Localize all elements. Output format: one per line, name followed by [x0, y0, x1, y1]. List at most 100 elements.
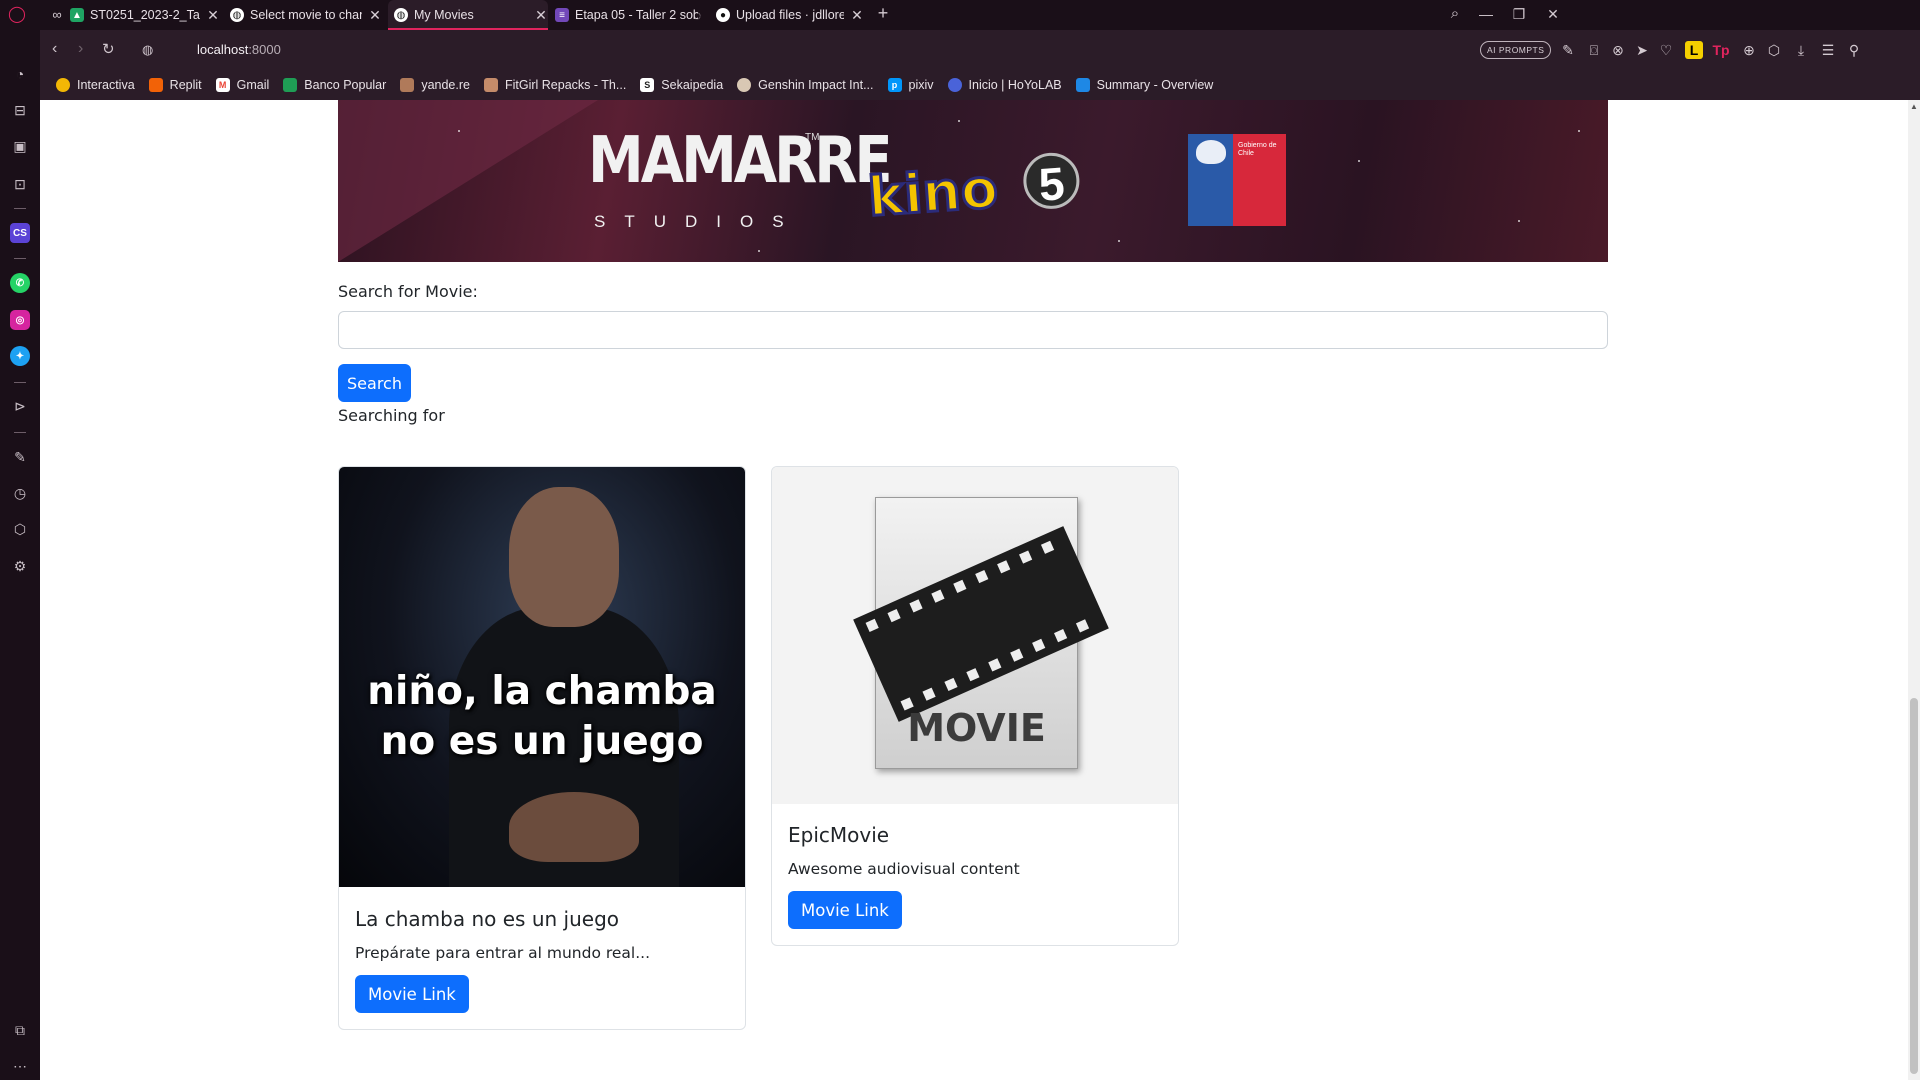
profile-icon[interactable]: ⚲ [1845, 41, 1863, 59]
banner-star [758, 250, 760, 252]
history-icon[interactable]: ◷ [10, 483, 30, 503]
tab-my-movies[interactable]: ◍ My Movies ✕ [388, 0, 548, 30]
edit-icon[interactable]: ✎ [1559, 41, 1577, 59]
tab-bar: ◯ ∞ ▲ ST0251_2023-2_Taller2.pdf ✕ ◍ Sele… [0, 0, 1920, 30]
heart-icon[interactable]: ♡ [1657, 41, 1675, 59]
settings-gear-icon[interactable]: ⚙ [10, 556, 30, 576]
film-strip-icon [853, 526, 1109, 722]
sidebar-separator [14, 432, 26, 433]
bookmark-pixiv[interactable]: p pixiv [887, 78, 934, 92]
more-options-icon[interactable]: ⋯ [10, 1056, 30, 1076]
scroll-up-icon[interactable]: ▲ [1910, 102, 1918, 111]
tab-upload-files[interactable]: ● Upload files · jdllorento/Tal ✕ [716, 0, 864, 30]
banner-shard [338, 100, 598, 262]
bookmark-banco-popular[interactable]: Banco Popular [283, 78, 386, 92]
site-info-icon[interactable]: ◍ [142, 42, 153, 58]
download-icon[interactable]: ⤓ [1792, 41, 1810, 59]
banner-star [1358, 160, 1360, 162]
tab-audio-icon[interactable]: ◌ [688, 6, 706, 24]
instagram-icon[interactable]: ◎ [10, 310, 30, 330]
tab-taller2-pdf[interactable]: ▲ ST0251_2023-2_Taller2.pdf ✕ [70, 0, 220, 30]
briefcase-icon[interactable]: ⊟ [10, 100, 30, 120]
bookmarks-bar: Interactiva Replit M Gmail Banco Popular … [40, 70, 1920, 100]
twitter-icon[interactable]: ✦ [10, 346, 30, 366]
bookmark-sekaipedia[interactable]: S Sekaipedia [640, 78, 723, 92]
bookmark-hoyolab[interactable]: Inicio | HoYoLAB [947, 78, 1062, 92]
search-label: Search for Movie: [338, 282, 478, 301]
bookmark-summary[interactable]: Summary - Overview [1075, 78, 1213, 92]
cube-icon[interactable]: ⬡ [1765, 41, 1783, 59]
film-hole [997, 560, 1011, 574]
banco-popular-icon [283, 78, 298, 92]
movie-title: EpicMovie [788, 823, 890, 847]
mamarre-logo: MAMARRE [588, 123, 893, 198]
bookmark-fitgirl[interactable]: FitGirl Repacks - Th... [483, 78, 626, 92]
film-hole [909, 599, 923, 613]
send-icon[interactable]: ➤ [1633, 41, 1651, 59]
cs-app-icon[interactable]: CS [10, 223, 30, 243]
speed-dial-icon[interactable]: ◔ [10, 64, 30, 84]
whatsapp-icon[interactable]: ✆ [10, 273, 30, 293]
movie-link-button[interactable]: Movie Link [355, 975, 469, 1013]
sidebar-separator [14, 208, 26, 209]
search-button[interactable]: Search [338, 364, 411, 402]
poster-figure-hands [509, 792, 639, 862]
page-scrollbar[interactable]: ▲ [1908, 100, 1920, 1080]
bookmark-gmail[interactable]: M Gmail [215, 78, 269, 92]
back-icon[interactable]: ‹ [52, 40, 57, 58]
url-host: localhost [197, 42, 249, 57]
menu-icon[interactable]: ☰ [1819, 41, 1837, 59]
azure-devops-icon [1075, 78, 1090, 92]
address-field[interactable]: localhost:8000 [197, 42, 281, 57]
bookmark-interactiva[interactable]: Interactiva [56, 78, 135, 92]
banner-star [1118, 240, 1120, 242]
close-tab-icon[interactable]: ✕ [534, 7, 548, 24]
adblock-icon[interactable]: ⊗ [1609, 41, 1627, 59]
tab-select-movie[interactable]: ◍ Select movie to change | D ✕ [230, 0, 382, 30]
film-hole [975, 569, 989, 584]
scrollbar-thumb[interactable] [1910, 698, 1918, 1074]
movie-title: La chamba no es un juego [355, 907, 620, 931]
reload-icon[interactable]: ↻ [102, 40, 115, 58]
film-hole [1010, 648, 1024, 662]
opera-gx-logo-icon[interactable]: ◯ [8, 6, 26, 24]
tab-etapa-05[interactable]: ≡ Etapa 05 - Taller 2 sobre Dj [555, 0, 698, 30]
close-tab-icon[interactable]: ✕ [368, 7, 382, 24]
extension-l-icon[interactable]: L [1685, 41, 1703, 59]
film-hole [1019, 550, 1033, 564]
sekaipedia-icon: S [640, 78, 655, 92]
ai-prompts-button[interactable]: AI PROMPTS [1480, 41, 1552, 59]
extension-bot-icon[interactable]: ⊕ [1740, 41, 1758, 59]
forward-icon[interactable]: › [78, 40, 83, 58]
close-window-icon[interactable]: ✕ [1544, 5, 1562, 23]
extensions-icon[interactable]: ⬡ [10, 519, 30, 539]
banner-star [458, 130, 460, 132]
film-hole [1032, 638, 1046, 652]
close-tab-icon[interactable]: ✕ [850, 7, 864, 24]
bookmark-replit[interactable]: Replit [148, 78, 202, 92]
globe-icon: ◍ [394, 8, 408, 22]
player-icon[interactable]: ⊳ [10, 396, 30, 416]
gallery-icon[interactable]: ⧉ [10, 1020, 30, 1040]
close-tab-icon[interactable]: ✕ [206, 7, 220, 24]
gobierno-chile-logo: Gobierno de Chile [1188, 134, 1286, 226]
extension-tp-icon[interactable]: Tp [1712, 41, 1730, 59]
film-hole [944, 677, 958, 692]
pinboard-icon[interactable]: ✎ [10, 447, 30, 467]
camera-icon[interactable]: ⌼ [1585, 41, 1603, 59]
banner-star [958, 120, 960, 122]
gx-control-icon[interactable]: ⊡ [10, 174, 30, 194]
minimize-icon[interactable]: — [1477, 5, 1495, 23]
studios-text: STUDIOS [594, 212, 803, 231]
bookmark-genshin[interactable]: Genshin Impact Int... [737, 78, 874, 92]
bookmark-yandere[interactable]: yande.re [400, 78, 470, 92]
gamepad-icon[interactable]: ∞ [48, 6, 66, 24]
movie-link-button[interactable]: Movie Link [788, 891, 902, 929]
film-hole [988, 658, 1002, 672]
restore-icon[interactable]: ❐ [1510, 5, 1528, 23]
search-tabs-icon[interactable]: ⌕ [1446, 5, 1464, 23]
new-tab-icon[interactable]: + [874, 4, 892, 22]
movie-poster: MOVIE [772, 467, 1178, 804]
search-input[interactable] [338, 311, 1608, 349]
twitch-icon[interactable]: ▣ [10, 136, 30, 156]
